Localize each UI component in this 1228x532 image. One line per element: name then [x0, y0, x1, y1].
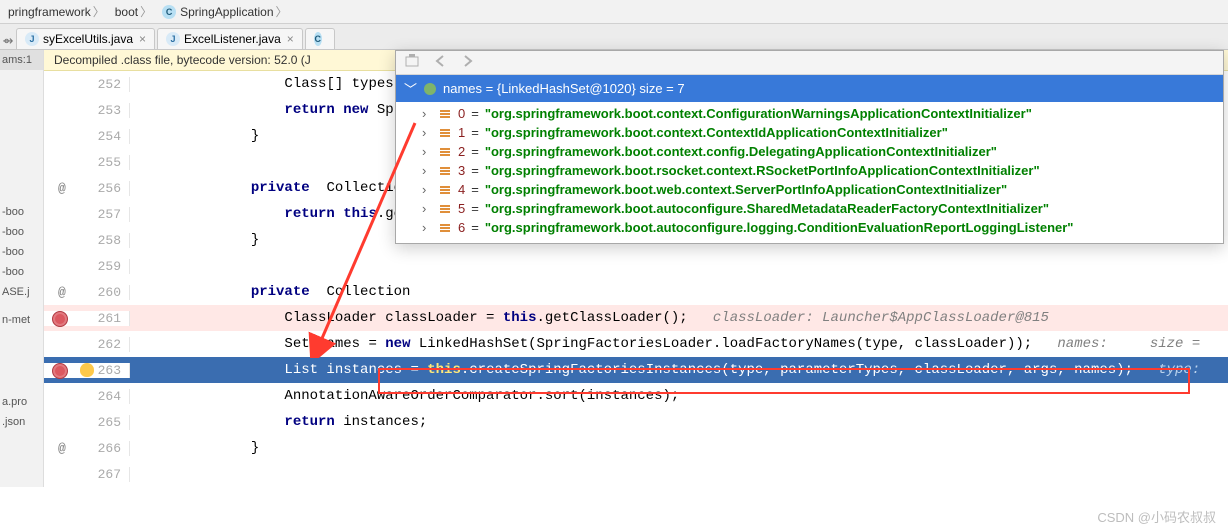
code-line[interactable]: 261 ClassLoader classLoader = this.getCl…: [44, 305, 1228, 331]
element-icon: [438, 107, 452, 121]
code-text: List instances = this.createSpringFactor…: [130, 362, 1228, 378]
java-file-icon: J: [25, 32, 39, 46]
intention-bulb-icon[interactable]: [80, 363, 94, 377]
chevron-down-icon: ﹀: [404, 79, 417, 98]
project-item[interactable]: ASE.j: [0, 282, 43, 302]
breadcrumb: pringframework〉 boot〉 C SpringApplicatio…: [0, 0, 1228, 24]
chevron-right-icon: ›: [422, 201, 432, 216]
debug-array-entry[interactable]: ›6 = "org.springframework.boot.autoconfi…: [396, 218, 1223, 237]
gutter[interactable]: 264: [44, 389, 130, 404]
gutter[interactable]: 255: [44, 155, 130, 170]
override-marker-icon: @: [58, 441, 66, 456]
code-line[interactable]: 262 Set names = new LinkedHashSet(Spring…: [44, 331, 1228, 357]
gutter[interactable]: 261: [44, 311, 130, 326]
code-line[interactable]: 267: [44, 461, 1228, 487]
override-marker-icon: @: [58, 181, 66, 196]
watermark: CSDN @小码农叔叔: [1097, 507, 1216, 526]
tab-easyexcelutils[interactable]: J syExcelUtils.java ×: [16, 28, 155, 49]
code-text: ClassLoader classLoader = this.getClassL…: [130, 310, 1228, 326]
gutter[interactable]: 259: [44, 259, 130, 274]
project-item[interactable]: [0, 302, 43, 310]
gutter[interactable]: 258: [44, 233, 130, 248]
code-text: return instances;: [130, 414, 1228, 430]
tab-label: syExcelUtils.java: [43, 32, 133, 46]
element-icon: [438, 145, 452, 159]
editor-tabs: ⇴ J syExcelUtils.java × J ExcelListener.…: [0, 24, 1228, 50]
gutter[interactable]: 267: [44, 467, 130, 482]
element-icon: [438, 183, 452, 197]
breadcrumb-item[interactable]: C SpringApplication〉: [158, 3, 293, 20]
class-icon: C: [314, 32, 322, 46]
gutter[interactable]: 254: [44, 129, 130, 144]
code-line[interactable]: 266@ }: [44, 435, 1228, 461]
close-icon[interactable]: ×: [139, 32, 146, 46]
breakpoint-icon[interactable]: [52, 311, 68, 327]
code-text: private Collection: [130, 284, 1228, 300]
code-line[interactable]: 265 return instances;: [44, 409, 1228, 435]
popup-toolbar: [396, 51, 1223, 75]
override-marker-icon: @: [58, 285, 66, 300]
project-gutter: ams:1 -boo -boo -boo -boo ASE.j n-met a.…: [0, 50, 44, 487]
class-icon: C: [162, 5, 176, 19]
chevron-right-icon: ›: [422, 144, 432, 159]
debug-array-entry[interactable]: ›5 = "org.springframework.boot.autoconfi…: [396, 199, 1223, 218]
project-item[interactable]: ams:1: [0, 50, 43, 70]
breakpoint-icon[interactable]: [52, 363, 68, 379]
code-line[interactable]: 263 List instances = this.createSpringFa…: [44, 357, 1228, 383]
forward-icon[interactable]: [460, 53, 476, 72]
element-icon: [438, 221, 452, 235]
project-item[interactable]: -boo: [0, 262, 43, 282]
debug-array-entry[interactable]: ›1 = "org.springframework.boot.context.C…: [396, 123, 1223, 142]
java-file-icon: J: [166, 32, 180, 46]
debug-array-entry[interactable]: ›4 = "org.springframework.boot.web.conte…: [396, 180, 1223, 199]
new-watch-icon[interactable]: [404, 53, 420, 72]
tab-label: ExcelListener.java: [184, 32, 281, 46]
code-line[interactable]: 264 AnnotationAwareOrderComparator.sort(…: [44, 383, 1228, 409]
code-text: [130, 466, 1228, 482]
code-line[interactable]: 259: [44, 253, 1228, 279]
project-item[interactable]: .json: [0, 412, 43, 432]
gutter[interactable]: 252: [44, 77, 130, 92]
element-icon: [438, 126, 452, 140]
element-icon: [438, 202, 452, 216]
chevron-right-icon: ›: [422, 106, 432, 121]
project-item[interactable]: -boo: [0, 222, 43, 242]
debug-array-entry[interactable]: ›2 = "org.springframework.boot.context.c…: [396, 142, 1223, 161]
breadcrumb-item[interactable]: boot〉: [111, 3, 158, 20]
back-icon[interactable]: [432, 53, 448, 72]
debug-value-popup: ﹀ names = {LinkedHashSet@1020} size = 7 …: [395, 50, 1224, 244]
breadcrumb-item[interactable]: pringframework〉: [4, 3, 111, 20]
close-icon[interactable]: ×: [287, 32, 294, 46]
project-item[interactable]: a.pro: [0, 392, 43, 412]
code-text: [130, 258, 1228, 274]
popup-body: ›0 = "org.springframework.boot.context.C…: [396, 102, 1223, 243]
element-icon: [438, 164, 452, 178]
chevron-right-icon: ›: [422, 163, 432, 178]
chevron-right-icon: ›: [422, 125, 432, 140]
gutter[interactable]: 265: [44, 415, 130, 430]
variable-icon: [423, 82, 437, 96]
debug-array-entry[interactable]: ›0 = "org.springframework.boot.context.C…: [396, 104, 1223, 123]
code-line[interactable]: 260@ private Collection: [44, 279, 1228, 305]
code-text: AnnotationAwareOrderComparator.sort(inst…: [130, 388, 1228, 404]
gutter[interactable]: 263: [44, 363, 130, 378]
debug-array-entry[interactable]: ›3 = "org.springframework.boot.rsocket.c…: [396, 161, 1223, 180]
chevron-right-icon: ›: [422, 220, 432, 235]
project-item[interactable]: -boo: [0, 202, 43, 222]
tab-overflow-handle[interactable]: ⇴: [0, 33, 16, 49]
popup-header[interactable]: ﹀ names = {LinkedHashSet@1020} size = 7: [396, 75, 1223, 102]
tab-class-hidden[interactable]: C: [305, 28, 335, 49]
gutter[interactable]: 257: [44, 207, 130, 222]
code-text: }: [130, 440, 1228, 456]
gutter[interactable]: 262: [44, 337, 130, 352]
chevron-right-icon: ›: [422, 182, 432, 197]
gutter[interactable]: 266@: [44, 441, 130, 456]
project-item[interactable]: -boo: [0, 242, 43, 262]
gutter[interactable]: 260@: [44, 285, 130, 300]
tab-excellistener[interactable]: J ExcelListener.java ×: [157, 28, 303, 49]
gutter[interactable]: 256@: [44, 181, 130, 196]
gutter[interactable]: 253: [44, 103, 130, 118]
code-text: Set names = new LinkedHashSet(SpringFact…: [130, 336, 1228, 352]
project-item[interactable]: n-met: [0, 310, 43, 330]
